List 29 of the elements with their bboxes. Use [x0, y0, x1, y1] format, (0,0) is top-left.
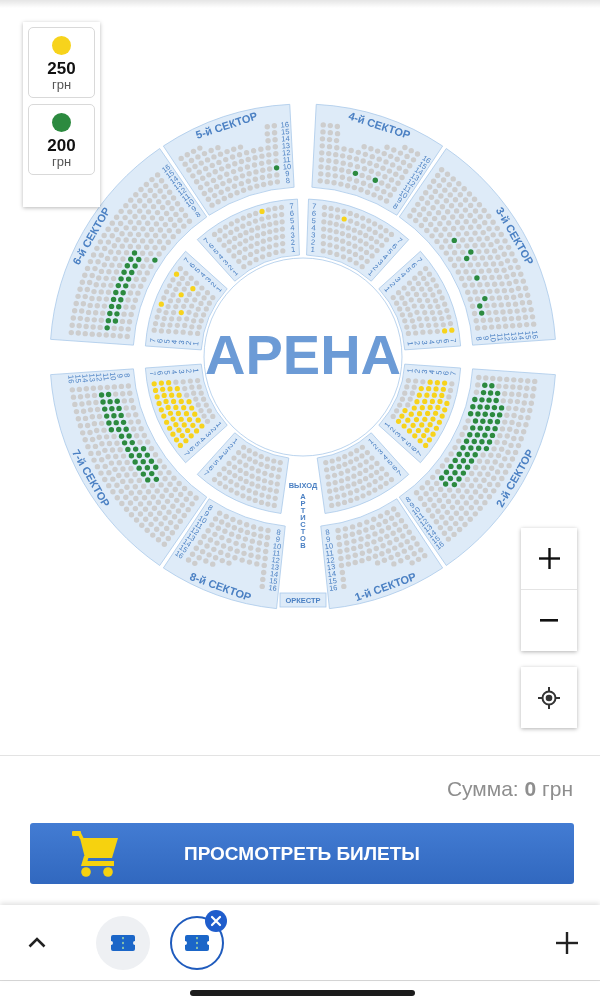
price-option[interactable]: 200 грн: [28, 104, 95, 175]
seat-row[interactable]: [421, 375, 496, 508]
locate-button[interactable]: [521, 667, 577, 728]
plus-icon: [538, 548, 560, 569]
currency-label: грн: [51, 155, 72, 169]
close-icon[interactable]: [205, 909, 227, 932]
ticket-icon: [111, 934, 135, 951]
total-sum: Сумма: 0 грн: [446, 777, 573, 801]
locate-icon: [538, 686, 560, 709]
price-option[interactable]: 250 грн: [28, 27, 95, 98]
seat-row[interactable]: [111, 384, 191, 513]
seat-row[interactable]: [110, 206, 185, 339]
zoom-in-button[interactable]: [521, 528, 577, 589]
seat-row[interactable]: [411, 207, 488, 331]
seat-row[interactable]: [318, 164, 397, 192]
arena-label: АРЕНА: [205, 322, 401, 386]
price-value: 250: [47, 60, 76, 78]
seat-row[interactable]: [118, 383, 195, 507]
currency-label: грн: [51, 78, 72, 92]
plus-icon[interactable]: [556, 931, 578, 954]
minus-icon: [540, 619, 558, 622]
seat-row[interactable]: [318, 171, 393, 198]
tab-button[interactable]: [170, 915, 224, 970]
price-value: 200: [47, 137, 76, 155]
cart-icon: [72, 830, 118, 877]
seat-row[interactable]: [125, 383, 199, 501]
ticket-icon: [185, 934, 209, 951]
chevron-up-icon[interactable]: [28, 937, 46, 948]
view-tickets-button[interactable]: ПРОСМОТРЕТЬ БИЛЕТЫ: [30, 823, 574, 884]
